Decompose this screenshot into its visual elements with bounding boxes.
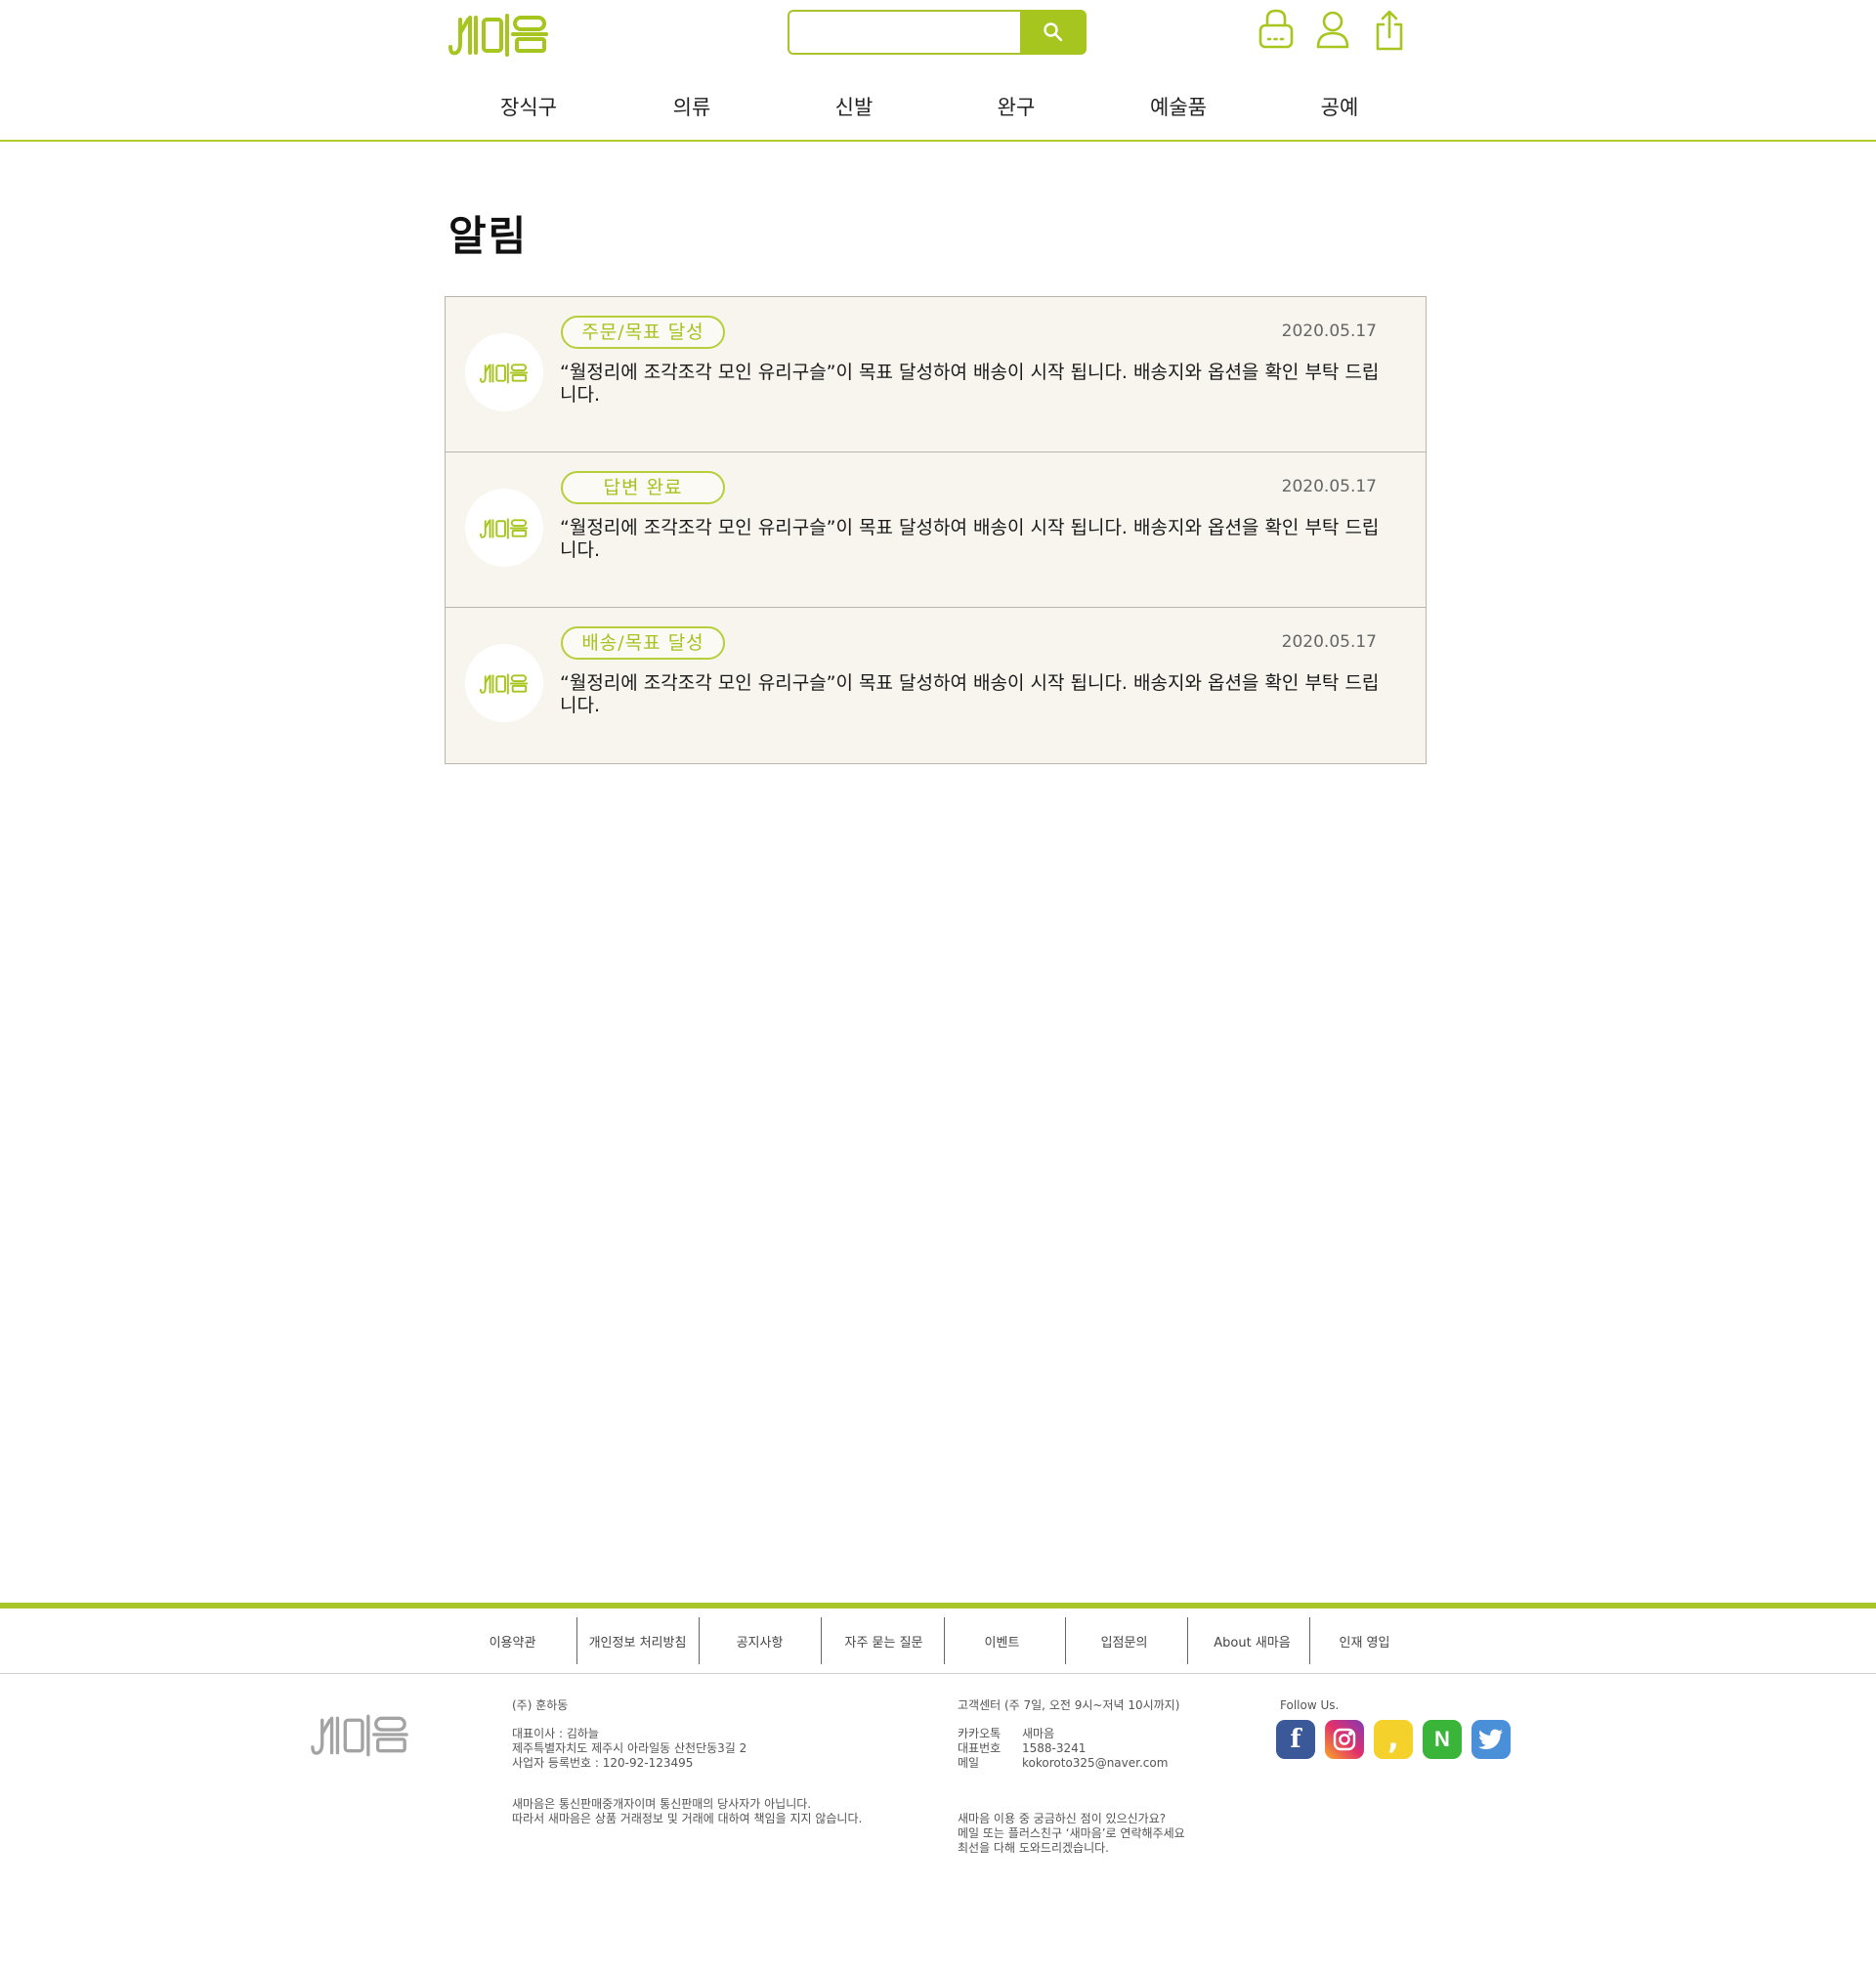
share-icon[interactable] xyxy=(1370,8,1409,53)
search-bar xyxy=(788,10,1087,55)
footer-logo[interactable] xyxy=(309,1710,412,1757)
footer-divider-line xyxy=(0,1673,1876,1674)
avatar xyxy=(465,644,543,722)
kakaostory-icon[interactable]: , xyxy=(1374,1720,1413,1759)
notification-list: 주문/목표 달성 2020.05.17 “월정리에 조각조각 모인 유리구슬”이… xyxy=(445,296,1427,764)
search-icon xyxy=(1044,22,1063,42)
cs-help-text: 최선을 다해 도와드리겠습니다. xyxy=(958,1841,1109,1855)
company-disclaimer: 따라서 새마음은 상품 거래정보 및 거래에 대하여 책임을 지지 않습니다. xyxy=(512,1812,863,1825)
notification-message: “월정리에 조각조각 모인 유리구슬”이 목표 달성하여 배송이 시작 됩니다.… xyxy=(560,362,1380,406)
cs-kakao-label: 카카오톡 xyxy=(958,1727,1002,1740)
nav-item-clothing[interactable]: 의류 xyxy=(673,92,711,121)
cs-kakao-value: 새마음 xyxy=(1022,1727,1055,1740)
brand-logo-icon xyxy=(479,363,529,384)
brand-logo-icon xyxy=(479,673,529,695)
cs-help-text: 새마음 이용 중 궁금하신 점이 있으신가요? xyxy=(958,1812,1167,1825)
cs-mail-label: 메일 xyxy=(958,1756,980,1770)
avatar xyxy=(465,489,543,567)
notification-date: 2020.05.17 xyxy=(1281,322,1377,341)
cs-phone-value: 1588-3241 xyxy=(1022,1741,1087,1755)
notification-tag: 주문/목표 달성 xyxy=(561,316,725,349)
search-button[interactable] xyxy=(1020,10,1087,55)
brand-logo-icon xyxy=(479,518,529,539)
footer-link-terms[interactable]: 이용약관 xyxy=(451,1617,574,1664)
avatar xyxy=(465,333,543,411)
footer-divider xyxy=(821,1617,822,1664)
user-icon[interactable] xyxy=(1313,8,1352,53)
notification-item[interactable]: 주문/목표 달성 2020.05.17 “월정리에 조각조각 모인 유리구슬”이… xyxy=(446,297,1426,452)
company-info: (주) 훈하동 대표이사 : 김하늘 제주특별자치도 제주시 아라일동 산천단동… xyxy=(512,1698,862,1826)
footer-divider xyxy=(1187,1617,1188,1664)
follow-label: Follow Us. xyxy=(1280,1698,1340,1712)
notification-item[interactable]: 답변 완료 2020.05.17 “월정리에 조각조각 모인 유리구슬”이 목표… xyxy=(446,452,1426,608)
company-ceo: 대표이사 : 김하늘 xyxy=(512,1727,599,1740)
instagram-icon[interactable] xyxy=(1325,1720,1364,1759)
notification-date: 2020.05.17 xyxy=(1281,632,1377,652)
notification-message: “월정리에 조각조각 모인 유리구슬”이 목표 달성하여 배송이 시작 됩니다.… xyxy=(560,517,1380,561)
nav-item-shoes[interactable]: 신발 xyxy=(835,92,874,121)
cs-title: 고객센터 (주 7일, 오전 9시~저녁 10시까지) xyxy=(958,1698,1180,1712)
footer-link-event[interactable]: 이벤트 xyxy=(941,1617,1063,1664)
nav-item-accessories[interactable]: 장식구 xyxy=(500,92,557,121)
notification-tag: 답변 완료 xyxy=(561,471,725,504)
company-biz-no: 사업자 등록번호 : 120-92-123495 xyxy=(512,1756,694,1770)
company-name: (주) 훈하동 xyxy=(512,1698,569,1712)
header-icons xyxy=(1257,8,1413,57)
cart-icon[interactable] xyxy=(1257,8,1296,53)
search-input[interactable] xyxy=(788,10,1020,55)
footer-link-partnership[interactable]: 입점문의 xyxy=(1063,1617,1185,1664)
company-address: 제주특별자치도 제주시 아라일동 산천단동3길 2 xyxy=(512,1741,747,1755)
notification-message: “월정리에 조각조각 모인 유리구슬”이 목표 달성하여 배송이 시작 됩니다.… xyxy=(560,672,1380,716)
footer-link-careers[interactable]: 인재 영입 xyxy=(1303,1617,1426,1664)
cs-phone-label: 대표번호 xyxy=(958,1741,1002,1755)
brand-logo[interactable] xyxy=(447,10,552,57)
footer-links: 이용약관 개인정보 처리방침 공지사항 자주 묻는 질문 이벤트 입점문의 Ab… xyxy=(0,1617,1876,1664)
nav-item-crafts[interactable]: 공예 xyxy=(1321,92,1359,121)
nav-item-art[interactable]: 예술품 xyxy=(1150,92,1207,121)
facebook-icon[interactable]: f xyxy=(1276,1720,1315,1759)
social-links: f , N xyxy=(1276,1720,1511,1761)
site-header: 장식구 의류 신발 완구 예술품 공예 xyxy=(0,0,1876,142)
customer-center: 고객센터 (주 7일, 오전 9시~저녁 10시까지) 카카오톡 새마음 대표번호… xyxy=(958,1698,1185,1856)
cs-help-text: 메일 또는 플러스친구 ‘새마음’로 연락해주세요 xyxy=(958,1826,1185,1840)
company-disclaimer: 새마음은 통신판매중개자이며 통신판매의 당사자가 아닙니다. xyxy=(512,1797,812,1811)
footer-accent-bar xyxy=(0,1603,1876,1608)
notification-date: 2020.05.17 xyxy=(1281,477,1377,496)
twitter-icon[interactable] xyxy=(1471,1720,1511,1759)
page-title: 알림 xyxy=(448,212,529,260)
footer-link-notice[interactable]: 공지사항 xyxy=(699,1617,821,1664)
nav-item-toys[interactable]: 완구 xyxy=(998,92,1036,121)
notification-tag: 배송/목표 달성 xyxy=(561,626,725,660)
naver-icon[interactable]: N xyxy=(1423,1720,1462,1759)
notification-item[interactable]: 배송/목표 달성 2020.05.17 “월정리에 조각조각 모인 유리구슬”이… xyxy=(446,608,1426,763)
footer-link-about[interactable]: About 새마음 xyxy=(1191,1617,1313,1664)
category-nav: 장식구 의류 신발 완구 예술품 공예 xyxy=(447,92,1424,121)
cs-mail-value[interactable]: kokoroto325@naver.com xyxy=(1022,1756,1168,1771)
footer-link-faq[interactable]: 자주 묻는 질문 xyxy=(823,1617,945,1664)
footer-link-privacy[interactable]: 개인정보 처리방침 xyxy=(576,1617,699,1664)
